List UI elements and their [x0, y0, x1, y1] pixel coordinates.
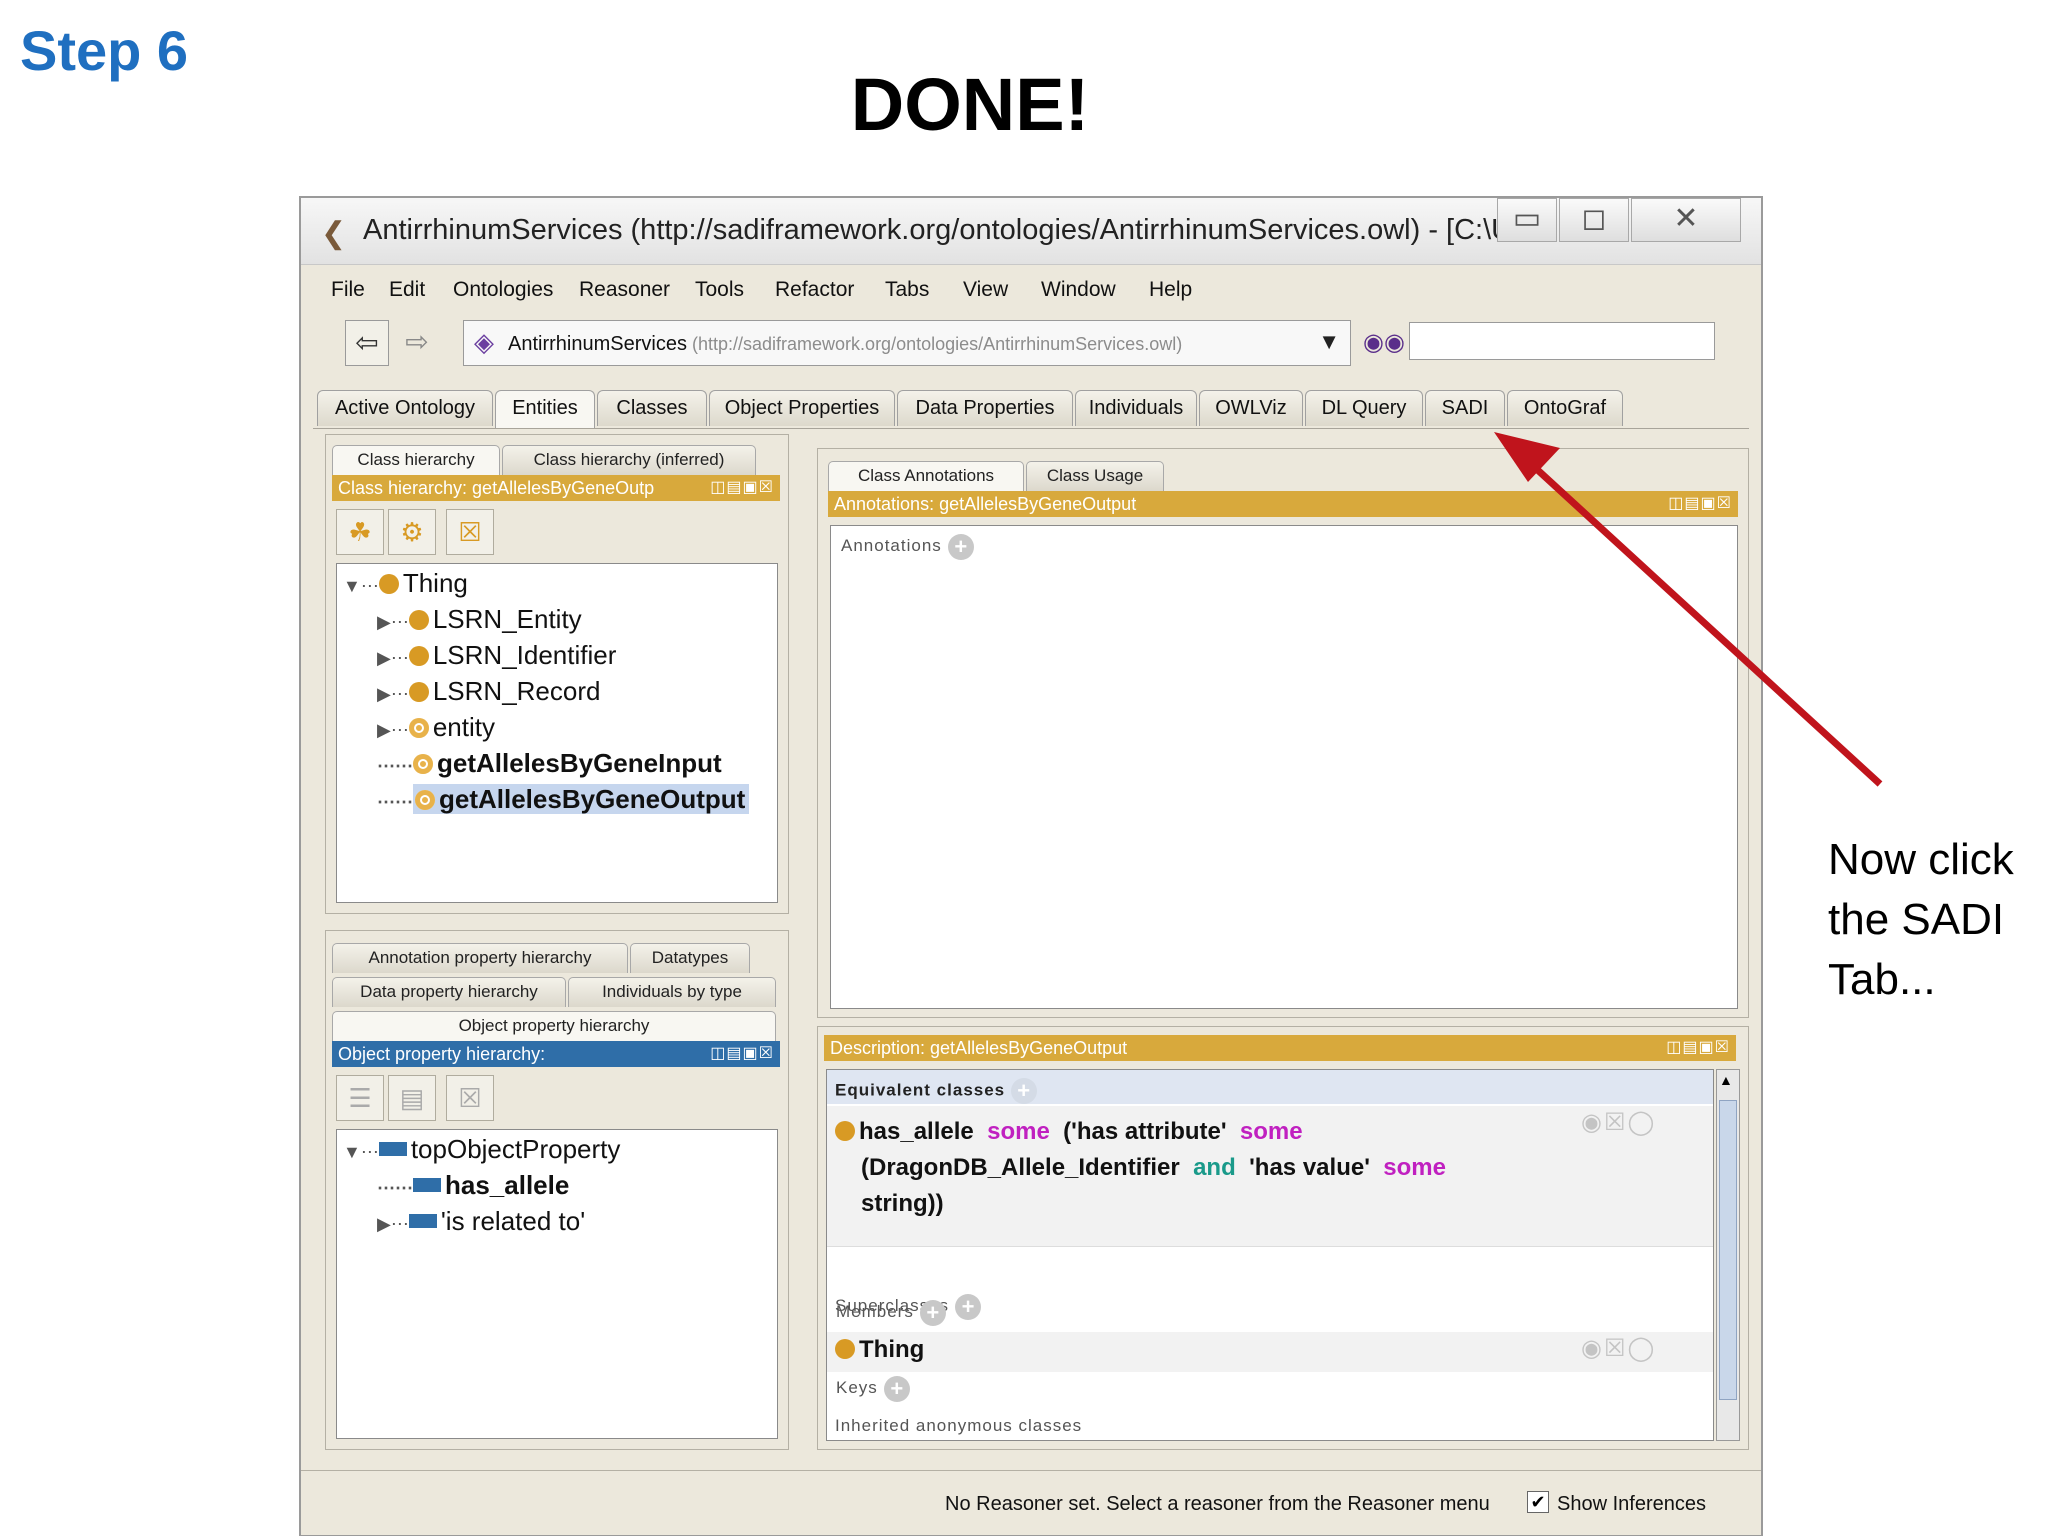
annotation-arrow [1494, 432, 1883, 787]
arrow-shaft [1515, 449, 1883, 787]
arrow-head [1494, 432, 1560, 482]
